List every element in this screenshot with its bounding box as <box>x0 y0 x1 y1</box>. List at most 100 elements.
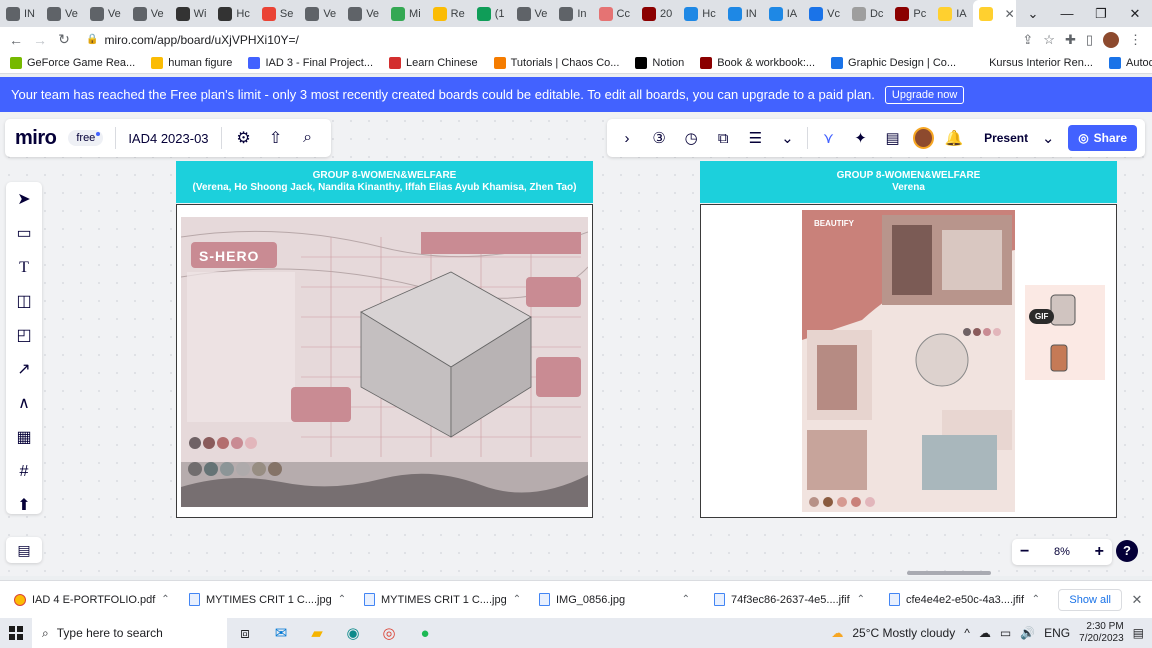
browser-tab[interactable]: IN <box>722 0 763 27</box>
upgrade-now-button[interactable]: Upgrade now <box>884 85 965 104</box>
extensions-icon[interactable]: ✚ <box>1065 32 1076 48</box>
browser-tab[interactable]: Ve <box>299 0 342 27</box>
volume-icon[interactable]: 🔊 <box>1020 626 1035 640</box>
collaborator-avatar[interactable] <box>912 127 934 149</box>
download-options-chevron-icon[interactable]: ⌃ <box>682 594 690 605</box>
tab-search-icon[interactable]: ⌄ <box>1016 6 1050 22</box>
text-icon[interactable]: T <box>14 258 34 278</box>
download-options-chevron-icon[interactable]: ⌃ <box>161 594 169 605</box>
lock-icon[interactable]: 🔒 <box>86 34 98 45</box>
browser-tab[interactable]: IA <box>763 0 803 27</box>
poster-beautify[interactable]: BEAUTIFY <box>802 210 1015 512</box>
gif-preview-card[interactable]: GIF <box>1025 285 1105 380</box>
download-item[interactable]: IMG_0856.jpg ⌃ <box>525 593 700 606</box>
download-item[interactable]: MYTIMES CRIT 1 C....jpg ⌃ <box>350 593 525 606</box>
connection-line-icon[interactable]: ↗ <box>14 360 34 380</box>
reload-icon[interactable]: ↻ <box>52 31 76 48</box>
celebrate-icon[interactable]: ✦ <box>849 129 873 147</box>
onedrive-icon[interactable]: ☁ <box>979 626 991 640</box>
present-options-chevron-icon[interactable]: ⌄ <box>1036 129 1060 147</box>
poster-s-hero[interactable]: S-HERO <box>181 217 588 507</box>
browser-tab[interactable]: 20 <box>636 0 678 27</box>
plan-badge[interactable]: free <box>68 130 104 146</box>
bookmark-item[interactable]: human figure <box>151 56 232 69</box>
bookmark-item[interactable]: Learn Chinese <box>389 56 478 69</box>
mail-app-icon[interactable]: ✉ <box>263 624 299 642</box>
search-icon[interactable]: ⌕ <box>298 129 318 147</box>
settings-gear-icon[interactable]: ⚙ <box>234 128 254 148</box>
minimize-button[interactable]: — <box>1050 6 1084 21</box>
address-bar[interactable]: 🔒 miro.com/app/board/uXjVPHXi10Y=/ <box>80 29 1010 50</box>
more-tools-chevron-icon[interactable]: ⌄ <box>775 129 799 147</box>
frames-panel-icon[interactable]: ▤ <box>6 537 42 563</box>
present-button[interactable]: Present <box>984 131 1028 145</box>
comments-icon[interactable]: ▤ <box>881 129 905 147</box>
close-tab-icon[interactable]: ✕ <box>1005 7 1015 21</box>
templates-icon[interactable]: ▦ <box>14 428 34 448</box>
select-cursor-icon[interactable]: ➤ <box>14 190 34 210</box>
forward-icon[interactable]: → <box>28 32 52 48</box>
browser-tab[interactable]: Hc <box>212 0 255 27</box>
browser-tab[interactable]: In <box>553 0 592 27</box>
notifications-icon[interactable]: ▤ <box>1133 626 1144 640</box>
chrome-browser-icon[interactable]: ◎ <box>371 624 407 642</box>
bookmark-item[interactable]: Autodesk Certified... <box>1109 56 1152 69</box>
share-button[interactable]: ◎ Share <box>1068 125 1138 151</box>
browser-tab[interactable]: Cc <box>593 0 636 27</box>
download-options-chevron-icon[interactable]: ⌃ <box>1032 594 1040 605</box>
bookmark-item[interactable]: Notion <box>635 56 684 69</box>
language-indicator[interactable]: ENG <box>1044 626 1070 640</box>
maximize-button[interactable]: ❐ <box>1084 6 1118 22</box>
frame-1-content[interactable]: S-HERO <box>176 204 593 518</box>
frame-2-header[interactable]: GROUP 8-WOMEN&WELFARE Verena <box>700 161 1117 203</box>
browser-tab[interactable]: Pc <box>889 0 932 27</box>
bookmark-item[interactable]: Book & workbook:... <box>700 56 815 69</box>
notes-icon[interactable]: ☰ <box>743 129 767 147</box>
network-icon[interactable]: ▭ <box>1000 626 1011 640</box>
download-options-chevron-icon[interactable]: ⌃ <box>857 594 865 605</box>
browser-tab[interactable]: Mi <box>385 0 427 27</box>
frame-2-content[interactable]: BEAUTIFY GIF <box>700 204 1117 518</box>
task-view-icon[interactable]: ⧈ <box>227 625 263 642</box>
edge-browser-icon[interactable]: ◉ <box>335 624 371 642</box>
file-explorer-icon[interactable]: ▰ <box>299 624 335 642</box>
miro-board-canvas[interactable]: miro free IAD4 2023-03 ⚙ ⇧ ⌕ › ③ ◷ ⧉ ☰ ⌄… <box>0 112 1152 576</box>
timer-icon[interactable]: ◷ <box>679 129 703 147</box>
notifications-bell-icon[interactable]: 🔔 <box>942 129 966 147</box>
browser-tab[interactable]: Dc <box>846 0 889 27</box>
reactions-icon[interactable]: ⋎ <box>816 129 840 147</box>
download-options-chevron-icon[interactable]: ⌃ <box>338 594 346 605</box>
bookmark-item[interactable]: IAD 3 - Final Project... <box>248 56 373 69</box>
profile-avatar[interactable] <box>1103 31 1119 48</box>
zoom-out-button[interactable]: − <box>1020 543 1029 561</box>
back-icon[interactable]: ← <box>4 32 28 48</box>
upload-icon[interactable]: ⬆ <box>14 496 34 516</box>
share-page-icon[interactable]: ⇪ <box>1022 32 1033 48</box>
bookmark-item[interactable]: Tutorials | Chaos Co... <box>493 56 619 69</box>
download-item[interactable]: cfe4e4e2-e50c-4a3....jfif ⌃ <box>875 593 1050 606</box>
sticky-note-icon[interactable]: ◫ <box>14 292 34 312</box>
browser-tab[interactable]: (1 <box>471 0 511 27</box>
frame-icon[interactable]: # <box>14 462 34 482</box>
bookmark-item[interactable]: GeForce Game Rea... <box>10 56 135 69</box>
browser-tab[interactable]: Ve <box>342 0 385 27</box>
spotify-icon[interactable]: ● <box>407 625 443 642</box>
comment-icon[interactable]: ▭ <box>14 224 34 244</box>
browser-tab[interactable]: Ve <box>127 0 170 27</box>
browser-tab[interactable]: Ve <box>84 0 127 27</box>
windows-start-icon[interactable] <box>0 626 32 640</box>
bookmark-item[interactable]: Kursus Interior Ren... <box>972 56 1093 69</box>
browser-tab[interactable]: Ve <box>41 0 84 27</box>
browser-tab[interactable]: Vc <box>803 0 846 27</box>
bookmark-item[interactable]: Graphic Design | Co... <box>831 56 956 69</box>
board-name[interactable]: IAD4 2023-03 <box>128 131 208 146</box>
browser-tab[interactable]: Ve <box>511 0 554 27</box>
clock[interactable]: 2:30 PM 7/20/2023 <box>1079 621 1124 645</box>
zoom-level[interactable]: 8% <box>1054 546 1070 558</box>
download-item[interactable]: 74f3ec86-2637-4e5....jfif ⌃ <box>700 593 875 606</box>
browser-tab[interactable]: Re <box>427 0 471 27</box>
browser-tab[interactable]: IA <box>932 0 972 27</box>
browser-tab[interactable]: Hc <box>678 0 721 27</box>
close-window-button[interactable]: ✕ <box>1118 6 1152 22</box>
close-downloads-icon[interactable]: ✕ <box>1122 592 1152 608</box>
